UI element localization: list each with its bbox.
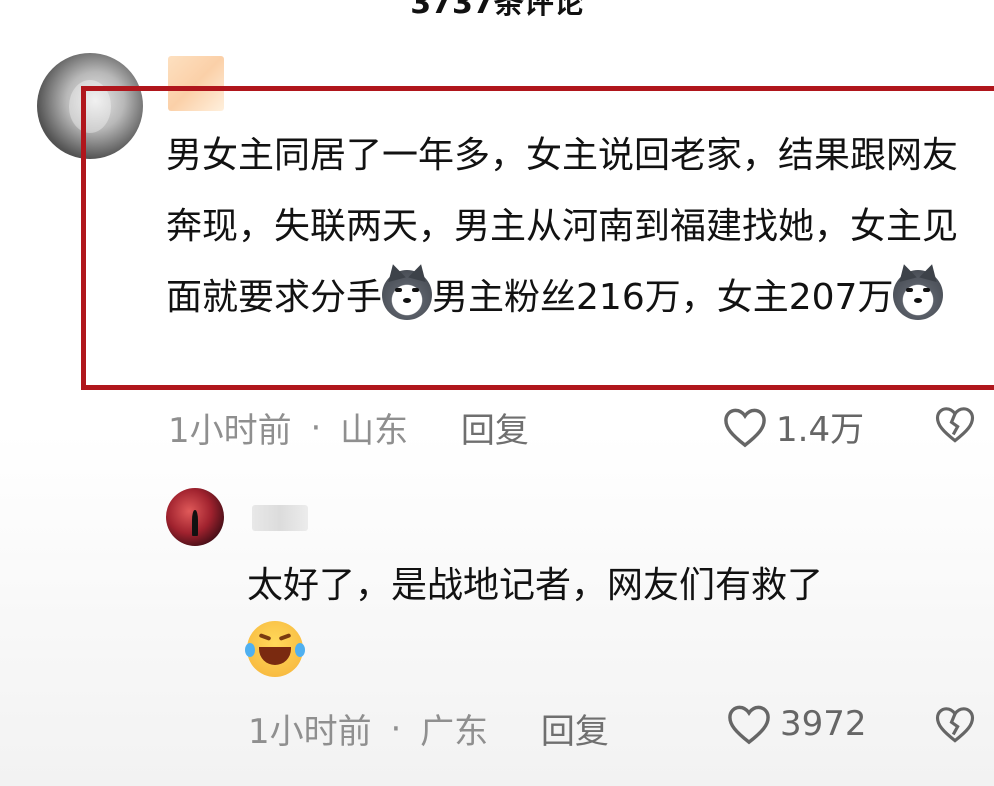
laugh-cry-emoji-icon xyxy=(245,621,305,677)
comment-count-title: 3737条评论 xyxy=(410,0,584,21)
red-highlight-annotation xyxy=(81,86,994,390)
reply-comment-meta: 1小时前 · 广东 回复 xyxy=(248,704,609,753)
dislike-broken-heart-icon[interactable] xyxy=(934,404,976,444)
avatar-silhouette xyxy=(191,510,199,537)
replier-username-blurred[interactable] xyxy=(252,505,308,531)
dislike-broken-heart-icon[interactable] xyxy=(934,704,976,744)
comment-time: 1小时前 xyxy=(168,411,292,451)
heart-icon[interactable] xyxy=(726,703,772,745)
like-count: 1.4万 xyxy=(776,410,865,450)
meta-separator: · xyxy=(390,708,402,749)
comment-location: 山东 xyxy=(340,411,409,451)
replier-avatar[interactable] xyxy=(166,488,224,546)
like-count: 3972 xyxy=(780,704,867,744)
heart-icon[interactable] xyxy=(722,406,768,448)
main-like-button[interactable]: 1.4万 xyxy=(722,402,864,451)
reply-comment-body: 太好了，是战地记者，网友们有救了 xyxy=(247,565,824,606)
comment-time: 1小时前 xyxy=(248,712,372,752)
main-comment-meta: 1小时前 · 山东 回复 xyxy=(168,403,529,452)
meta-separator: · xyxy=(310,407,322,448)
reply-button[interactable]: 回复 xyxy=(461,411,529,451)
reply-comment-text: 太好了，是战地记者，网友们有救了 xyxy=(245,555,967,679)
comment-location: 广东 xyxy=(420,712,489,752)
reply-button[interactable]: 回复 xyxy=(541,712,609,752)
reply-like-button[interactable]: 3972 xyxy=(726,703,867,745)
